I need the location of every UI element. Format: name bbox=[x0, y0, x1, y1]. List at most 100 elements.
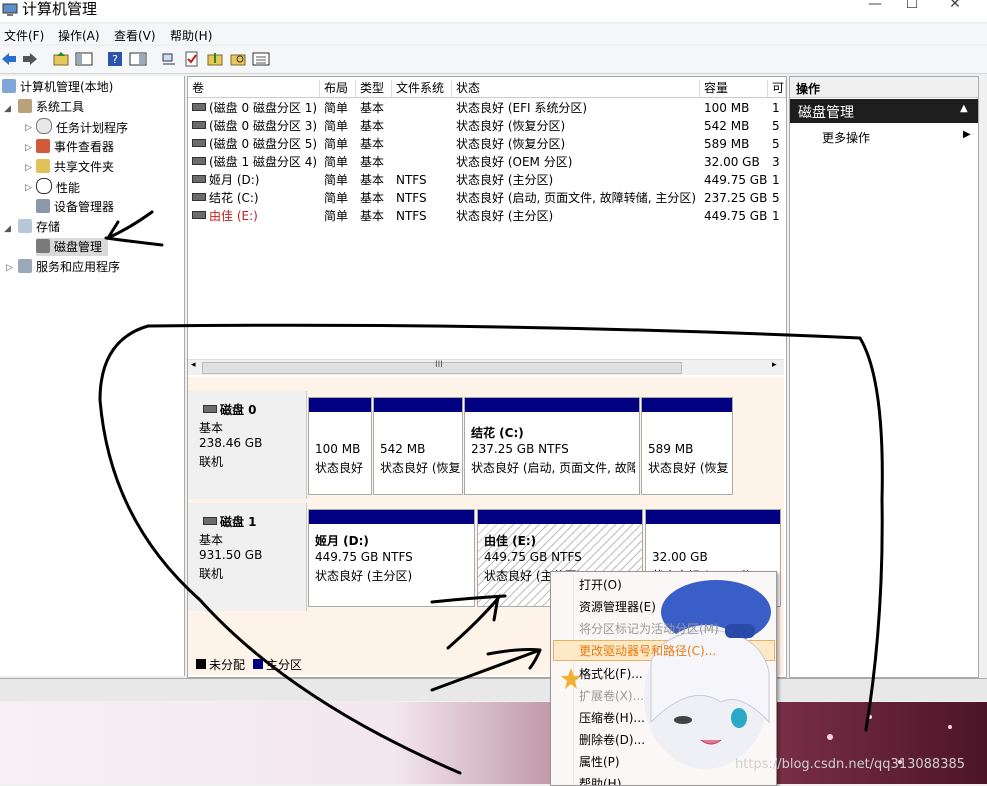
chevron-right-icon[interactable]: ▶ bbox=[963, 129, 971, 140]
connect-icon[interactable] bbox=[160, 51, 178, 67]
volume-cell-text: 1 bbox=[772, 209, 780, 223]
volume-cell-text: 5 bbox=[772, 119, 780, 133]
volume-row[interactable]: (磁盘 0 磁盘分区 3) 简单 基本 状态良好 (恢复分区) 542 MB 5 bbox=[188, 117, 786, 135]
context-item-help[interactable]: 帮助(H) bbox=[579, 775, 621, 785]
more-actions-link[interactable]: 更多操作 bbox=[822, 129, 870, 146]
horizontal-scrollbar[interactable]: ◂ III ▸ bbox=[188, 359, 784, 375]
volume-cell-text: (磁盘 0 磁盘分区 5) bbox=[209, 137, 316, 151]
tree-node-system-tools[interactable]: 系统工具 bbox=[18, 98, 84, 116]
context-item-change-drive-letter[interactable]: 更改驱动器号和路径(C)... bbox=[579, 642, 716, 659]
volume-row[interactable]: 结花 (C:) 简单 基本 NTFS 状态良好 (启动, 页面文件, 故障转储, 主分区… bbox=[188, 189, 786, 207]
disk-0-status: 联机 bbox=[199, 455, 224, 469]
maximize-button[interactable]: ☐ bbox=[897, 0, 927, 12]
column-header-filesystem[interactable]: 文件系统 bbox=[392, 80, 452, 97]
context-item-properties[interactable]: 属性(P) bbox=[579, 753, 620, 770]
show-hide-tree-icon[interactable] bbox=[75, 51, 93, 67]
context-item-open[interactable]: 打开(O) bbox=[579, 576, 622, 593]
context-item-mark-active: 将分区标记为活动分区(M) bbox=[579, 622, 719, 636]
volume-row[interactable]: (磁盘 0 磁盘分区 1) 简单 基本 状态良好 (EFI 系统分区) 100 MB 1 bbox=[188, 99, 786, 117]
tree-node-storage[interactable]: 存储 bbox=[18, 218, 60, 236]
volume-cell-text: 状态良好 (恢复分区) bbox=[456, 137, 566, 151]
computer-management-icon bbox=[2, 79, 16, 93]
volume-cell: 3 bbox=[772, 153, 786, 171]
context-item-delete-volume[interactable]: 删除卷(D)... bbox=[579, 731, 645, 748]
tree-node-performance[interactable]: 性能 bbox=[36, 178, 80, 196]
minimize-button[interactable]: — bbox=[860, 0, 890, 12]
volume-cell-text: 542 MB bbox=[704, 119, 750, 133]
actions-section-disk-management[interactable]: 磁盘管理 ▲ bbox=[790, 99, 978, 123]
collapse-arrow-icon[interactable]: ◢ bbox=[4, 224, 11, 234]
tree-node-services-apps[interactable]: 服务和应用程序 bbox=[18, 258, 120, 276]
volume-cell-text: 由佳 (E:) bbox=[209, 209, 258, 223]
list-view-icon[interactable] bbox=[252, 51, 270, 67]
volume-cell-text: 基本 bbox=[360, 191, 385, 205]
volume-cell-text: 简单 bbox=[324, 173, 349, 187]
scroll-left-icon[interactable]: ◂ bbox=[191, 360, 196, 370]
expand-arrow-icon[interactable]: ▷ bbox=[25, 143, 32, 153]
up-folder-icon[interactable] bbox=[52, 51, 70, 67]
properties-view-icon[interactable] bbox=[129, 51, 147, 67]
tree-node-device-manager[interactable]: 设备管理器 bbox=[36, 198, 114, 216]
volume-cell: 状态良好 (主分区) bbox=[456, 171, 700, 189]
menu-help[interactable]: 帮助(H) bbox=[170, 27, 212, 44]
computer-management-icon bbox=[2, 3, 18, 16]
volume-cell-text: 状态良好 (主分区) bbox=[456, 209, 554, 223]
partition-d-drive[interactable]: 姬月 (D:) 449.75 GB NTFS 状态良好 (主分区) bbox=[308, 509, 475, 607]
disk-1-label[interactable]: 磁盘 1 基本 931.50 GB 联机 bbox=[188, 503, 307, 611]
help-icon[interactable]: ? bbox=[106, 51, 124, 67]
column-header-status[interactable]: 状态 bbox=[452, 80, 700, 97]
volume-cell: (磁盘 0 磁盘分区 5) bbox=[188, 135, 316, 153]
volume-cell-text: 基本 bbox=[360, 209, 385, 223]
column-header-volume[interactable]: 卷 bbox=[188, 80, 320, 97]
scroll-thumb[interactable]: III bbox=[202, 360, 682, 374]
volume-cell: 100 MB bbox=[704, 99, 768, 117]
storage-icon bbox=[18, 219, 32, 233]
volume-row[interactable]: (磁盘 0 磁盘分区 5) 简单 基本 状态良好 (恢复分区) 589 MB 5 bbox=[188, 135, 786, 153]
tree-node-disk-management[interactable]: 磁盘管理 bbox=[36, 238, 109, 256]
expand-arrow-icon[interactable]: ▷ bbox=[25, 183, 32, 193]
forward-icon[interactable] bbox=[21, 51, 39, 67]
volume-cell-text: 3 bbox=[772, 155, 780, 169]
legend-unallocated-swatch bbox=[196, 659, 206, 669]
expand-arrow-icon[interactable]: ▷ bbox=[25, 163, 32, 173]
volume-row[interactable]: 姬月 (D:) 简单 基本 NTFS 状态良好 (主分区) 449.75 GB 1 bbox=[188, 171, 786, 189]
volume-row[interactable]: (磁盘 1 磁盘分区 4) 简单 基本 状态良好 (OEM 分区) 32.00 GB 3 bbox=[188, 153, 786, 171]
partition-c-drive[interactable]: 结花 (C:) 237.25 GB NTFS 状态良好 (启动, 页面文件, 故… bbox=[464, 397, 640, 495]
menu-view[interactable]: 查看(V) bbox=[114, 27, 156, 44]
partition-disk0-1[interactable]: 100 MB 状态良好 bbox=[308, 397, 372, 495]
volume-row[interactable]: 由佳 (E:) 简单 基本 NTFS 状态良好 (主分区) 449.75 GB 1 bbox=[188, 207, 786, 225]
close-button[interactable]: ✕ bbox=[940, 0, 970, 12]
collapse-arrow-icon[interactable]: ◢ bbox=[4, 104, 11, 114]
partition-disk0-5[interactable]: 589 MB 状态良好 (恢复 bbox=[641, 397, 733, 495]
expand-arrow-icon[interactable]: ▷ bbox=[6, 263, 13, 273]
scroll-right-icon[interactable]: ▸ bbox=[772, 360, 777, 370]
tree-node-shared-folders[interactable]: 共享文件夹 bbox=[36, 158, 114, 176]
checklist-icon[interactable] bbox=[183, 51, 201, 67]
expand-arrow-icon[interactable]: ▷ bbox=[25, 123, 32, 133]
back-icon[interactable] bbox=[0, 51, 18, 67]
context-item-format[interactable]: 格式化(F)... bbox=[579, 665, 643, 682]
export-icon[interactable] bbox=[206, 51, 224, 67]
partition-disk0-3[interactable]: 542 MB 状态良好 (恢复 bbox=[373, 397, 463, 495]
volume-cell: NTFS bbox=[396, 189, 452, 207]
disk-0-label[interactable]: 磁盘 0 基本 238.46 GB 联机 bbox=[188, 391, 307, 499]
context-item-shrink-volume[interactable]: 压缩卷(H)... bbox=[579, 709, 645, 726]
context-item-explorer[interactable]: 资源管理器(E) bbox=[579, 598, 656, 615]
column-header-type[interactable]: 类型 bbox=[356, 80, 392, 97]
tree-node-event-viewer[interactable]: 事件查看器 bbox=[36, 138, 114, 156]
column-header-capacity[interactable]: 容量 bbox=[700, 80, 768, 97]
volume-cell: 基本 bbox=[360, 207, 392, 225]
menu-file[interactable]: 文件(F) bbox=[4, 27, 44, 44]
column-header-layout[interactable]: 布局 bbox=[320, 80, 356, 97]
volume-cell bbox=[396, 153, 452, 171]
menu-bar: 文件(F) 操作(A) 查看(V) 帮助(H) bbox=[0, 24, 987, 44]
volume-cell: 基本 bbox=[360, 117, 392, 135]
tree-node-task-scheduler[interactable]: 任务计划程序 bbox=[36, 118, 128, 136]
collapse-icon[interactable]: ▲ bbox=[960, 103, 968, 114]
search-folder-icon[interactable] bbox=[229, 51, 247, 67]
disk-0-type: 基本 bbox=[199, 421, 224, 435]
menu-action[interactable]: 操作(A) bbox=[58, 27, 100, 44]
volume-cell-text: 5 bbox=[772, 191, 780, 205]
tree-node-root[interactable]: 计算机管理(本地) bbox=[2, 78, 113, 96]
column-header-free[interactable]: 可 bbox=[768, 80, 786, 97]
